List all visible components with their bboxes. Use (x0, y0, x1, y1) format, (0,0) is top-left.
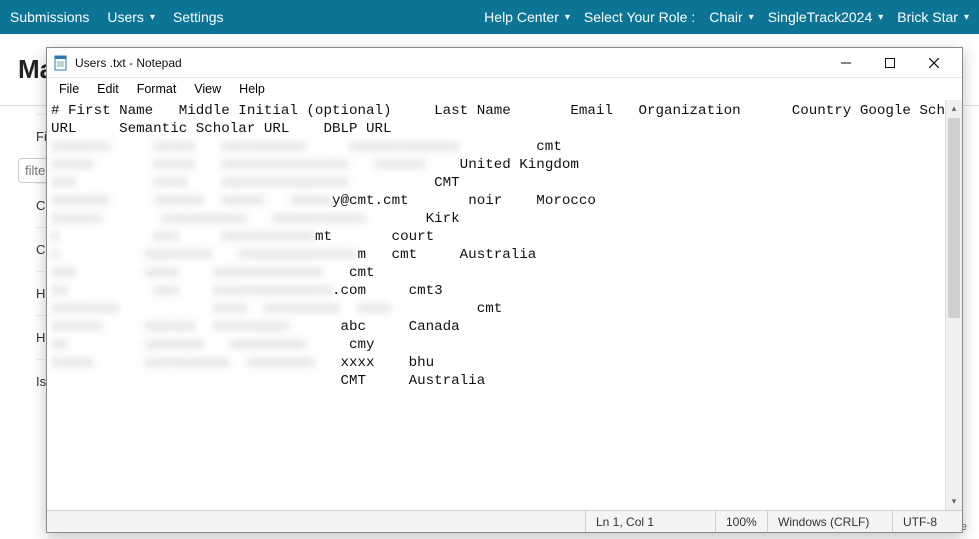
status-eol: Windows (CRLF) (767, 511, 892, 532)
side-label-3: H (36, 286, 45, 301)
menu-edit[interactable]: Edit (89, 80, 127, 98)
close-button[interactable] (912, 49, 956, 77)
chevron-down-icon: ▾ (150, 12, 155, 23)
status-position: Ln 1, Col 1 (585, 511, 715, 532)
editor-area: # First Name Middle Initial (optional) L… (47, 100, 962, 510)
chevron-down-icon: ▾ (964, 12, 969, 23)
notepad-window: Users .txt - Notepad File Edit Format Vi… (46, 47, 963, 533)
maximize-icon (885, 58, 895, 68)
nav-conference[interactable]: SingleTrack2024▾ (768, 9, 884, 25)
nav-role-label: Select Your Role : (584, 9, 695, 25)
vertical-scrollbar[interactable]: ▴ ▾ (945, 100, 962, 510)
chevron-down-icon: ▾ (565, 12, 570, 23)
statusbar: Ln 1, Col 1 100% Windows (CRLF) UTF-8 (47, 510, 962, 532)
status-encoding: UTF-8 (892, 511, 962, 532)
nav-left: Submissions Users▾ Settings (10, 9, 224, 25)
chevron-down-icon: ▾ (878, 12, 883, 23)
text-editor[interactable]: # First Name Middle Initial (optional) L… (47, 100, 945, 510)
nav-user-menu[interactable]: Brick Star▾ (897, 9, 969, 25)
menu-help[interactable]: Help (231, 80, 273, 98)
side-label-5: Is (36, 374, 46, 389)
status-zoom: 100% (715, 511, 767, 532)
nav-settings[interactable]: Settings (173, 9, 224, 25)
status-spacer (47, 511, 585, 532)
scrollbar-thumb[interactable] (948, 118, 960, 318)
menubar: File Edit Format View Help (47, 78, 962, 100)
titlebar[interactable]: Users .txt - Notepad (47, 48, 962, 78)
nav-help-center[interactable]: Help Center▾ (484, 9, 570, 25)
menu-file[interactable]: File (51, 80, 87, 98)
nav-users[interactable]: Users▾ (107, 9, 155, 25)
side-label-2: C (36, 242, 45, 257)
scroll-up-icon[interactable]: ▴ (946, 100, 962, 117)
maximize-button[interactable] (868, 49, 912, 77)
nav-role-chair[interactable]: Chair▾ (709, 9, 754, 25)
notepad-icon (53, 55, 69, 71)
scroll-down-icon[interactable]: ▾ (946, 493, 962, 510)
window-controls (824, 49, 956, 77)
nav-submissions[interactable]: Submissions (10, 9, 89, 25)
minimize-icon (841, 58, 851, 68)
close-icon (929, 58, 939, 68)
menu-view[interactable]: View (186, 80, 229, 98)
menu-format[interactable]: Format (129, 80, 185, 98)
nav-right: Help Center▾ Select Your Role : Chair▾ S… (484, 9, 969, 25)
minimize-button[interactable] (824, 49, 868, 77)
chevron-down-icon: ▾ (749, 12, 754, 23)
navbar: Submissions Users▾ Settings Help Center▾… (0, 0, 979, 34)
window-title: Users .txt - Notepad (75, 56, 182, 70)
